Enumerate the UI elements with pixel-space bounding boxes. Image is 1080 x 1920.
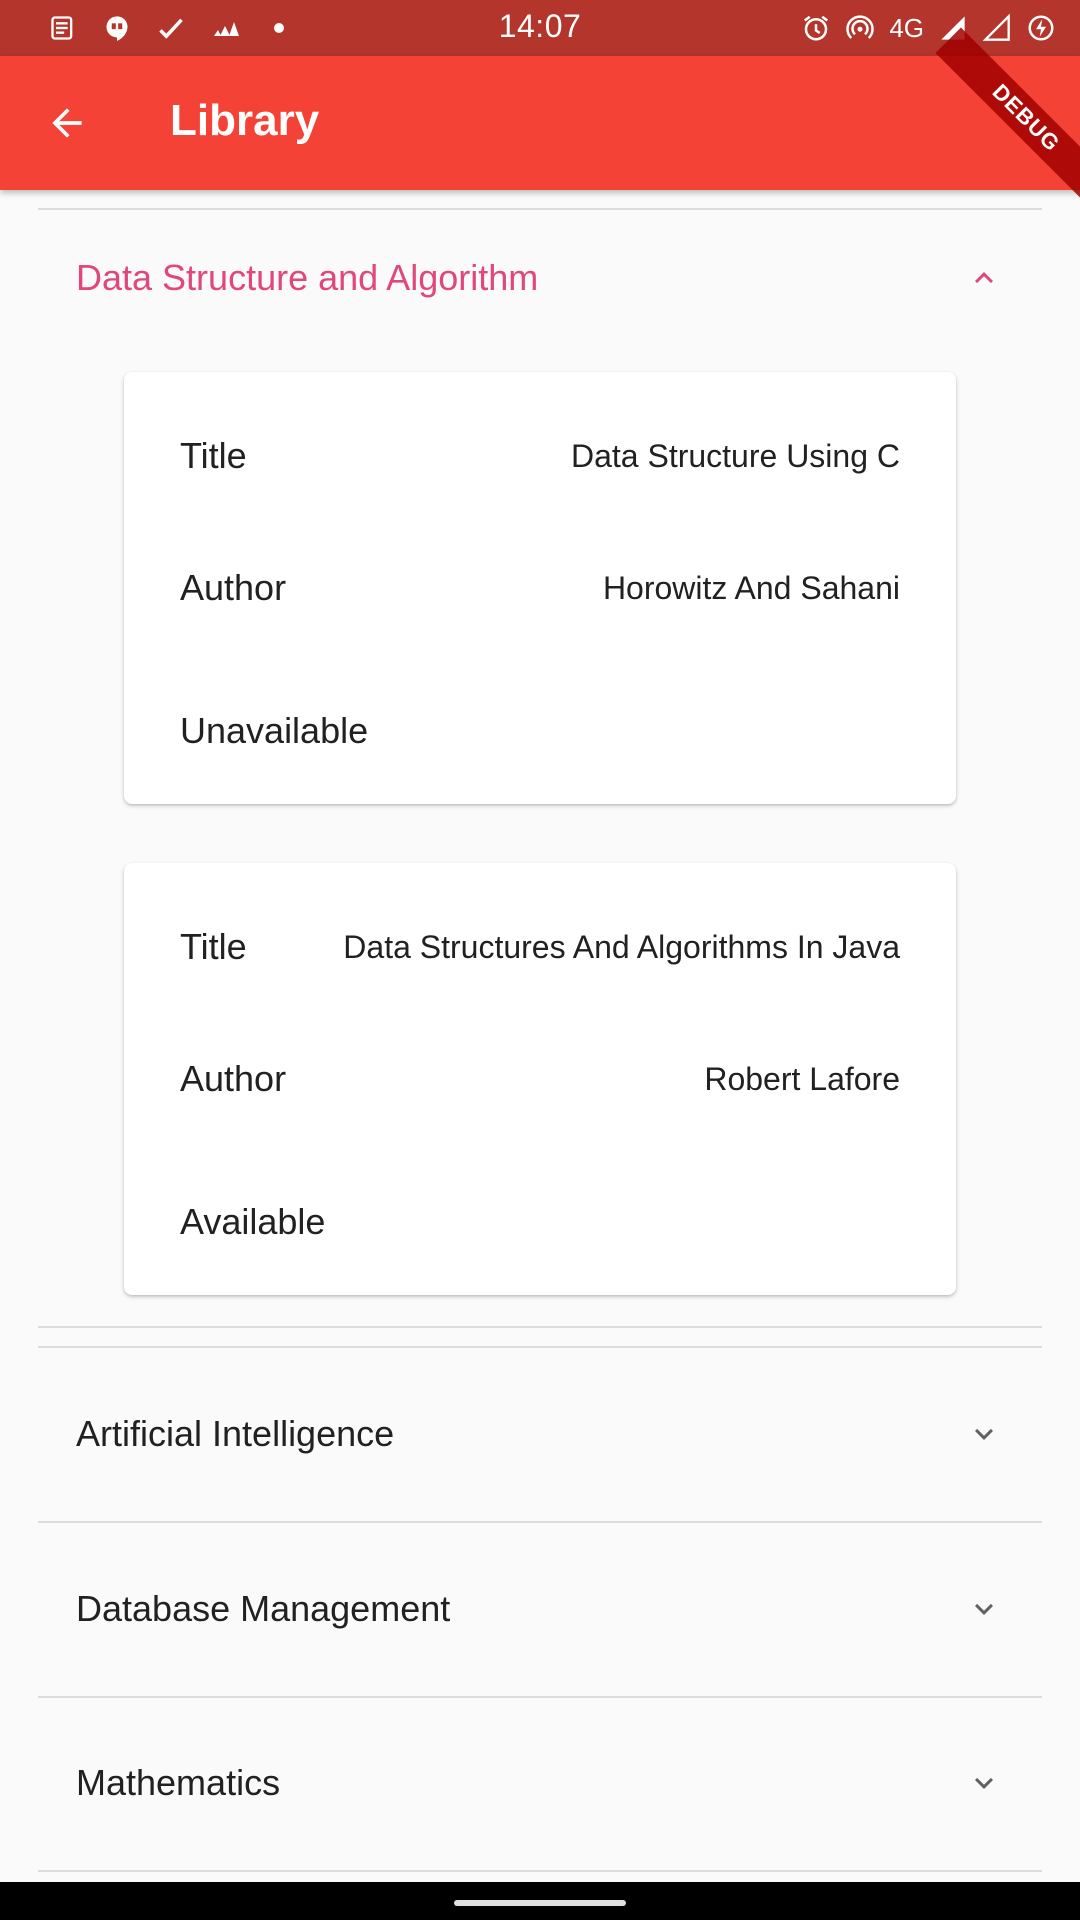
chevron-up-icon[interactable]	[964, 258, 1004, 298]
section-label: Artificial Intelligence	[76, 1413, 395, 1454]
section-label: Database Management	[76, 1588, 451, 1629]
availability-status: Available	[180, 1201, 326, 1242]
title-row: Title Data Structure Using C	[180, 426, 900, 486]
title-label: Title	[180, 926, 247, 967]
section-header-data-structure[interactable]: Data Structure and Algorithm	[38, 218, 1042, 338]
section-header-database-management[interactable]: Database Management	[38, 1549, 1042, 1669]
home-gesture-handle[interactable]	[454, 1900, 626, 1906]
section-header-artificial-intelligence[interactable]: Artificial Intelligence	[38, 1374, 1042, 1494]
divider	[38, 1346, 1042, 1348]
author-row: Author Robert Lafore	[180, 1049, 900, 1109]
divider	[38, 208, 1042, 210]
section-label: Mathematics	[76, 1762, 281, 1803]
system-nav-bar	[0, 1882, 1080, 1920]
chevron-down-icon[interactable]	[964, 1589, 1004, 1629]
hotspot-icon	[845, 13, 875, 43]
chevron-down-icon[interactable]	[964, 1763, 1004, 1803]
system-icons: 4G	[801, 10, 1056, 46]
divider	[38, 1326, 1042, 1328]
divider	[38, 1870, 1042, 1872]
divider	[38, 1521, 1042, 1523]
book-author: Horowitz And Sahani	[602, 569, 900, 606]
author-label: Author	[180, 1058, 287, 1099]
section-label: Data Structure and Algorithm	[76, 257, 539, 298]
alarm-icon	[801, 13, 831, 43]
title-row: Title Data Structures And Algorithms In …	[180, 917, 900, 977]
battery-icon	[1026, 13, 1056, 43]
back-arrow-icon[interactable]	[40, 96, 94, 150]
network-type: 4G	[889, 12, 924, 43]
author-row: Author Horowitz And Sahani	[180, 558, 900, 618]
author-label: Author	[180, 567, 287, 608]
availability-status: Unavailable	[180, 710, 369, 751]
book-card[interactable]: Title Data Structures And Algorithms In …	[124, 863, 956, 1295]
page-title: Library	[170, 96, 320, 145]
chevron-down-icon[interactable]	[964, 1414, 1004, 1454]
app-bar: Library DEBUG	[0, 27, 1080, 209]
status-bar: 14:07 4G	[0, 0, 1080, 56]
section-header-mathematics[interactable]: Mathematics	[38, 1723, 1042, 1843]
book-author: Robert Lafore	[704, 1060, 900, 1097]
book-title: Data Structure Using C	[570, 437, 900, 474]
divider	[38, 1696, 1042, 1698]
book-card[interactable]: Title Data Structure Using C Author Horo…	[124, 372, 956, 804]
signal-icon	[982, 13, 1012, 43]
book-title: Data Structures And Algorithms In Java	[343, 928, 900, 965]
title-label: Title	[180, 435, 247, 476]
